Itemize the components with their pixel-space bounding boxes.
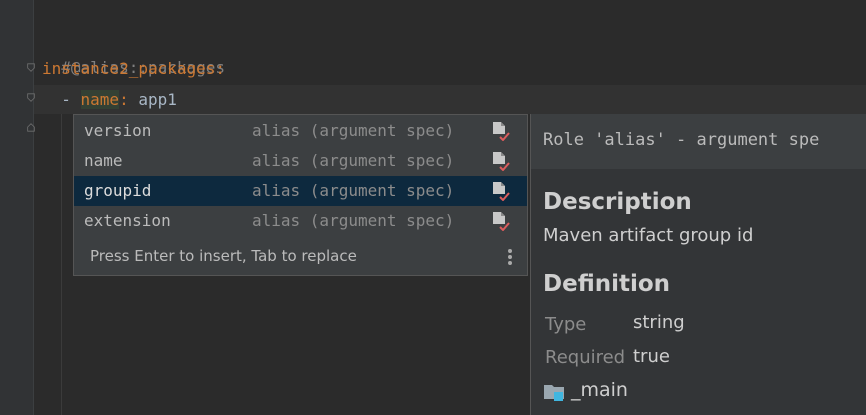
definition-heading: Definition [543, 271, 671, 297]
file-check-icon [493, 182, 510, 201]
list-dash: - [42, 90, 81, 109]
completion-item-label: extension [84, 211, 171, 230]
doc-title: Role 'alias' - argument spe [543, 130, 820, 150]
fold-open-icon[interactable] [26, 93, 36, 103]
folder-module-icon [544, 385, 564, 401]
completion-item[interactable]: name alias (argument spec) [74, 146, 527, 176]
completion-item-selected[interactable]: groupid alias (argument spec) [74, 176, 527, 206]
file-check-icon [493, 122, 510, 141]
fold-open-icon[interactable] [26, 63, 36, 73]
required-label: Required [545, 347, 626, 368]
description-heading: Description [543, 189, 692, 215]
yaml-value: app1 [138, 90, 177, 109]
description-text: Maven artifact group id [543, 225, 754, 246]
completion-item-type: alias (argument spec) [252, 181, 455, 200]
completion-item-label: name [84, 151, 123, 170]
completion-item-label: groupid [84, 181, 152, 200]
file-check-icon [493, 212, 510, 231]
doc-header: Role 'alias' - argument spe [531, 114, 866, 170]
completion-popup[interactable]: version alias (argument spec) name alias… [73, 114, 528, 276]
code-line-2[interactable]: instance2_packages: [42, 54, 225, 83]
type-value: string [633, 312, 685, 333]
yaml-key-highlighted: name [80, 90, 120, 109]
doc-body: Description Maven artifact group id Defi… [531, 169, 866, 415]
documentation-popup[interactable]: Role 'alias' - argument spe Description … [530, 114, 866, 415]
completion-item-label: version [84, 121, 152, 140]
yaml-colon: : [119, 90, 139, 109]
fold-close-icon[interactable] [26, 122, 36, 132]
required-value: true [633, 346, 670, 367]
completion-item-type: alias (argument spec) [252, 151, 455, 170]
completion-item[interactable]: version alias (argument spec) [74, 116, 527, 146]
module-label: _main [571, 379, 628, 401]
type-label: Type [545, 314, 587, 335]
completion-item-type: alias (argument spec) [252, 121, 455, 140]
completion-item[interactable]: extension alias (argument spec) [74, 206, 527, 236]
more-options-icon[interactable] [507, 248, 513, 266]
completion-item-type: alias (argument spec) [252, 211, 455, 230]
yaml-key: instance2_packages [42, 59, 216, 78]
code-line-3[interactable]: - name: app1 [42, 85, 177, 114]
yaml-colon: : [215, 59, 226, 78]
completion-hint: Press Enter to insert, Tab to replace [90, 247, 357, 265]
indent-guide [61, 114, 62, 415]
file-check-icon [493, 152, 510, 171]
